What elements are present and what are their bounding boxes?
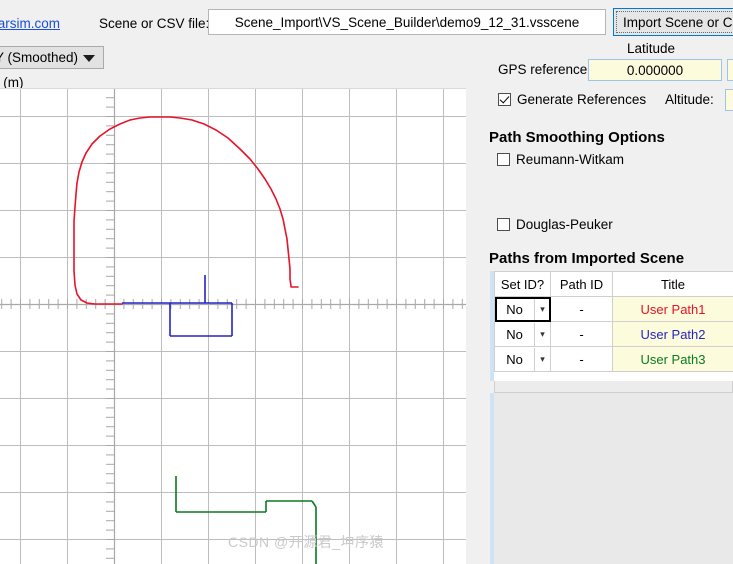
latitude-label: Latitude [627,41,676,56]
chevron-down-icon [83,55,95,62]
reumann-witkam-row[interactable]: Reumann-Witkam [497,152,624,167]
plot-gridlines [0,89,466,564]
path-id-cell[interactable]: - [550,346,613,372]
path-title-cell[interactable]: User Path3 [612,346,733,372]
set-id-dropdown[interactable]: No ▾ [494,346,551,372]
gps-reference-label: GPS reference: [498,62,592,77]
table-header-row: Set ID? Path ID Title [494,271,733,297]
paths-from-scene-title: Paths from Imported Scene [489,250,685,267]
set-id-value: No [506,326,523,342]
path-id-cell[interactable]: - [550,321,613,347]
altitude-input[interactable] [725,89,733,111]
scene-file-label: Scene or CSV file: [99,16,210,31]
import-scene-button[interactable]: Import Scene or C [613,8,733,36]
scene-file-input[interactable]: Scene_Import\VS_Scene_Builder\demo9_12_3… [208,9,606,35]
longitude-input[interactable] [727,59,733,81]
path-plot[interactable] [0,88,466,564]
douglas-peuker-row[interactable]: Douglas-Peuker [497,217,613,232]
table-row[interactable]: No ▾ - User Path3 [494,346,733,372]
set-id-value: No [506,301,523,317]
generate-references-checkbox[interactable] [498,93,511,106]
chevron-down-icon[interactable]: ▾ [534,347,550,371]
table-empty-area [494,381,733,393]
chevron-down-icon[interactable]: ▾ [534,297,550,321]
path-title-cell[interactable]: User Path2 [612,321,733,347]
y-axis-select-value: Y (Smoothed) [0,50,79,65]
generate-references-row[interactable]: Generate References [498,92,646,107]
latitude-input[interactable]: 0.000000 [588,59,722,81]
reumann-witkam-checkbox[interactable] [497,153,510,166]
carsim-website-link[interactable]: carsim.com [0,16,60,31]
app-window: carsim.com Scene or CSV file: Scene_Impo… [0,0,733,564]
panel-lower-background [490,393,733,564]
douglas-peuker-label: Douglas-Peuker [516,217,613,232]
column-header-title: Title [612,271,733,297]
paths-table[interactable]: Set ID? Path ID Title No ▾ - User Path1 No ▾ -… [490,271,733,381]
column-header-path-id: Path ID [550,271,613,297]
set-id-dropdown[interactable]: No ▾ [494,296,551,322]
series-user-path3 [311,500,317,508]
watermark: CSDN @开源君_坤序猿 [228,534,385,550]
reumann-witkam-label: Reumann-Witkam [516,152,625,167]
path-title-cell[interactable]: User Path1 [612,296,733,322]
altitude-label: Altitude: [665,92,714,107]
column-header-set-id: Set ID? [494,271,551,297]
y-axis-select[interactable]: Y (Smoothed) [0,46,104,69]
plot-series [73,116,317,564]
douglas-peuker-checkbox[interactable] [497,218,510,231]
path-id-cell[interactable]: - [550,296,613,322]
table-row[interactable]: No ▾ - User Path1 [494,296,733,322]
table-row[interactable]: No ▾ - User Path2 [494,321,733,347]
plot-canvas [0,89,466,564]
table-left-strip [490,393,494,564]
path-smoothing-title: Path Smoothing Options [489,129,665,146]
set-id-dropdown[interactable]: No ▾ [494,321,551,347]
chevron-down-icon[interactable]: ▾ [534,322,550,346]
generate-references-label: Generate References [517,92,647,107]
set-id-value: No [506,351,523,367]
